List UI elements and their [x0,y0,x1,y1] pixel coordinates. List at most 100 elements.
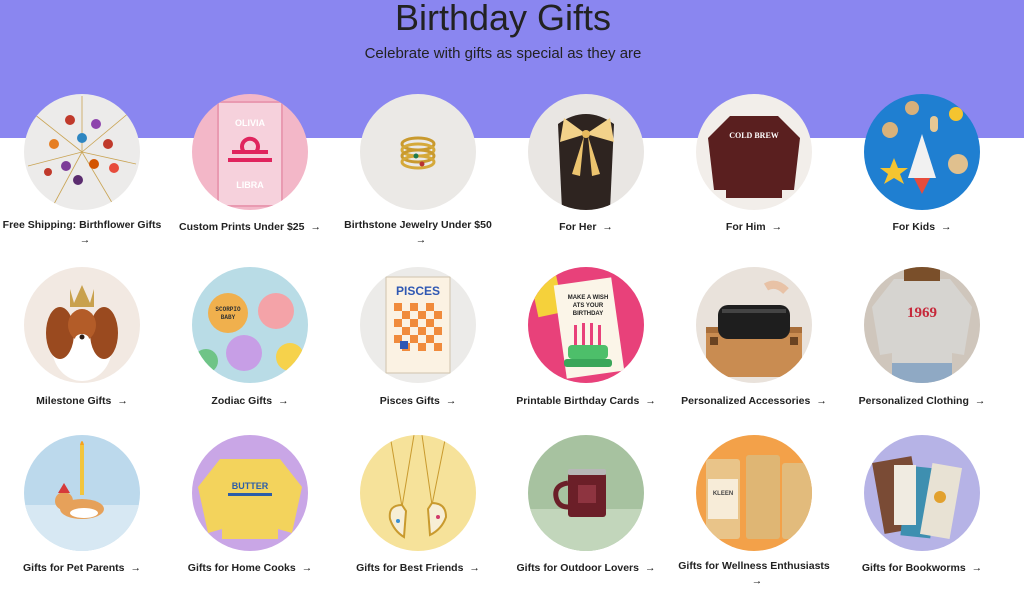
category-label: Gifts for Bookworms → [842,561,1002,576]
1969-sweatshirt-image: 1969 [864,267,980,383]
category-label: Printable Birthday Cards → [506,394,666,409]
category-label-text: For Him [725,221,766,233]
category-label: Gifts for Home Cooks → [170,561,330,576]
category-label-text: Gifts for Pet Parents [22,562,125,574]
libra-text: LIBRA [236,180,264,190]
arrow-right-icon: → [941,221,952,233]
arrow-right-icon: → [130,562,142,574]
arrow-right-icon: → [117,395,128,407]
heart-necklaces-image [360,435,476,551]
arrow-right-icon: → [771,221,783,233]
category-label-text: Personalized Accessories [681,395,811,407]
category-label: Personalized Accessories → [674,394,834,409]
category-label-text: Gifts for Best Friends [356,562,464,574]
cold-brew-text: COLD BREW [729,131,779,140]
category-tile-birthflower-gifts[interactable]: Free Shipping: Birthflower Gifts → [2,94,162,254]
category-tile-for-her[interactable]: For Her → [506,94,666,254]
category-label-text: Pisces Gifts [379,395,440,407]
category-tile-best-friends[interactable]: Gifts for Best Friends → [338,435,498,585]
kleen-text: KLEEN [713,491,733,497]
category-tile-zodiac-gifts[interactable]: SCORPIO BABY Zodiac Gifts → [170,267,330,417]
arrow-right-icon: → [79,234,91,246]
arrow-right-icon: → [415,234,427,246]
leather-dopp-kit-image [696,267,812,383]
scorpio-text: SCORPIO [215,306,241,313]
olivia-text: OLIVIA [235,118,266,128]
corgi-candle-image [24,435,140,551]
category-tile-for-him[interactable]: COLD BREW For Him → [674,94,834,254]
category-tile-personalized-clothing[interactable]: 1969 Personalized Clothing → [842,267,1002,417]
category-label-text: Printable Birthday Cards [516,395,640,407]
category-label: For Kids → [842,220,1002,235]
enamel-mug-image [528,435,644,551]
pisces-card-image: PISCES [360,267,476,383]
category-grid: Free Shipping: Birthflower Gifts → OLIVIA… [0,0,1024,590]
category-label-text: Free Shipping: Birthflower Gifts [2,219,162,231]
year-text: 1969 [907,305,937,321]
soap-bars-image: KLEEN [696,435,812,551]
category-label-text: Gifts for Home Cooks [187,562,296,574]
category-label: Milestone Gifts → [2,394,162,409]
category-tile-milestone-gifts[interactable]: Milestone Gifts → [2,267,162,417]
baby-text: BABY [221,314,236,321]
category-label: For Her → [506,220,666,235]
birthflower-necklaces-image [24,94,140,210]
arrow-right-icon: → [751,575,763,587]
category-tile-for-kids[interactable]: For Kids → [842,94,1002,254]
category-label: Zodiac Gifts → [170,394,330,409]
category-label-text: Gifts for Outdoor Lovers [516,562,639,574]
pisces-text: PISCES [396,284,440,298]
zodiac-flower-patches-image: SCORPIO BABY [192,267,308,383]
card-line-3: BIRTHDAY [573,311,603,317]
category-label: Custom Prints Under $25 → [170,220,330,235]
category-label-text: Milestone Gifts [36,395,112,407]
libra-print-image: OLIVIA LIBRA [192,94,308,210]
category-label-text: Personalized Clothing [858,395,969,407]
arrow-right-icon: → [310,221,321,233]
category-label: For Him → [674,220,834,235]
wooden-space-toys-image [864,94,980,210]
books-image [864,435,980,551]
arrow-right-icon: → [445,395,457,407]
dog-with-crown-image [24,267,140,383]
category-tile-pisces-gifts[interactable]: PISCES Pisces Gifts → [338,267,498,417]
category-label: Pisces Gifts → [338,394,498,409]
butter-sweatshirt-image: BUTTER [192,435,308,551]
category-label-text: Gifts for Wellness Enthusiasts [678,560,830,572]
category-label-text: For Her [559,221,597,233]
category-label: Personalized Clothing → [842,394,1002,409]
category-tile-home-cooks[interactable]: BUTTER Gifts for Home Cooks → [170,435,330,585]
category-label: Birthstone Jewelry Under $50 → [338,218,498,248]
category-tile-wellness-enthusiasts[interactable]: KLEEN Gifts for Wellness Enthusiasts → [674,435,834,587]
arrow-right-icon: → [469,562,480,574]
birthday-card-image: MAKE A WISH ATS YOUR BIRTHDAY [528,267,644,383]
category-label-text: Zodiac Gifts [211,395,273,407]
category-tile-printable-birthday-cards[interactable]: MAKE A WISH ATS YOUR BIRTHDAY Printable … [506,267,666,417]
category-label-text: Gifts for Bookworms [861,562,966,574]
category-label: Gifts for Pet Parents → [2,561,162,576]
category-label-text: Birthstone Jewelry Under $50 [344,219,492,231]
category-tile-birthstone-jewelry[interactable]: Birthstone Jewelry Under $50 → [338,94,498,254]
stacked-rings-image [360,94,476,210]
arrow-right-icon: → [645,395,656,407]
arrow-right-icon: → [301,562,313,574]
category-tile-custom-prints[interactable]: OLIVIA LIBRA Custom Prints Under $25 → [170,94,330,254]
category-label: Gifts for Wellness Enthusiasts → [674,559,834,589]
arrow-right-icon: → [971,562,983,574]
category-tile-pet-parents[interactable]: Gifts for Pet Parents → [2,435,162,585]
arrow-right-icon: → [602,221,613,233]
category-tile-bookworms[interactable]: Gifts for Bookworms → [842,435,1002,585]
card-line-2: ATS YOUR [573,303,604,309]
category-label: Free Shipping: Birthflower Gifts → [2,218,162,248]
category-label: Gifts for Outdoor Lovers → [506,561,666,576]
category-tile-personalized-accessories[interactable]: Personalized Accessories → [674,267,834,417]
butter-text: BUTTER [232,481,269,491]
arrow-right-icon: → [645,562,656,574]
category-label-text: Custom Prints Under $25 [179,221,305,233]
arrow-right-icon: → [974,395,986,407]
cold-brew-sweatshirt-image: COLD BREW [696,94,812,210]
hair-bow-image [528,94,644,210]
category-tile-outdoor-lovers[interactable]: Gifts for Outdoor Lovers → [506,435,666,585]
arrow-right-icon: → [278,395,289,407]
arrow-right-icon: → [816,395,827,407]
